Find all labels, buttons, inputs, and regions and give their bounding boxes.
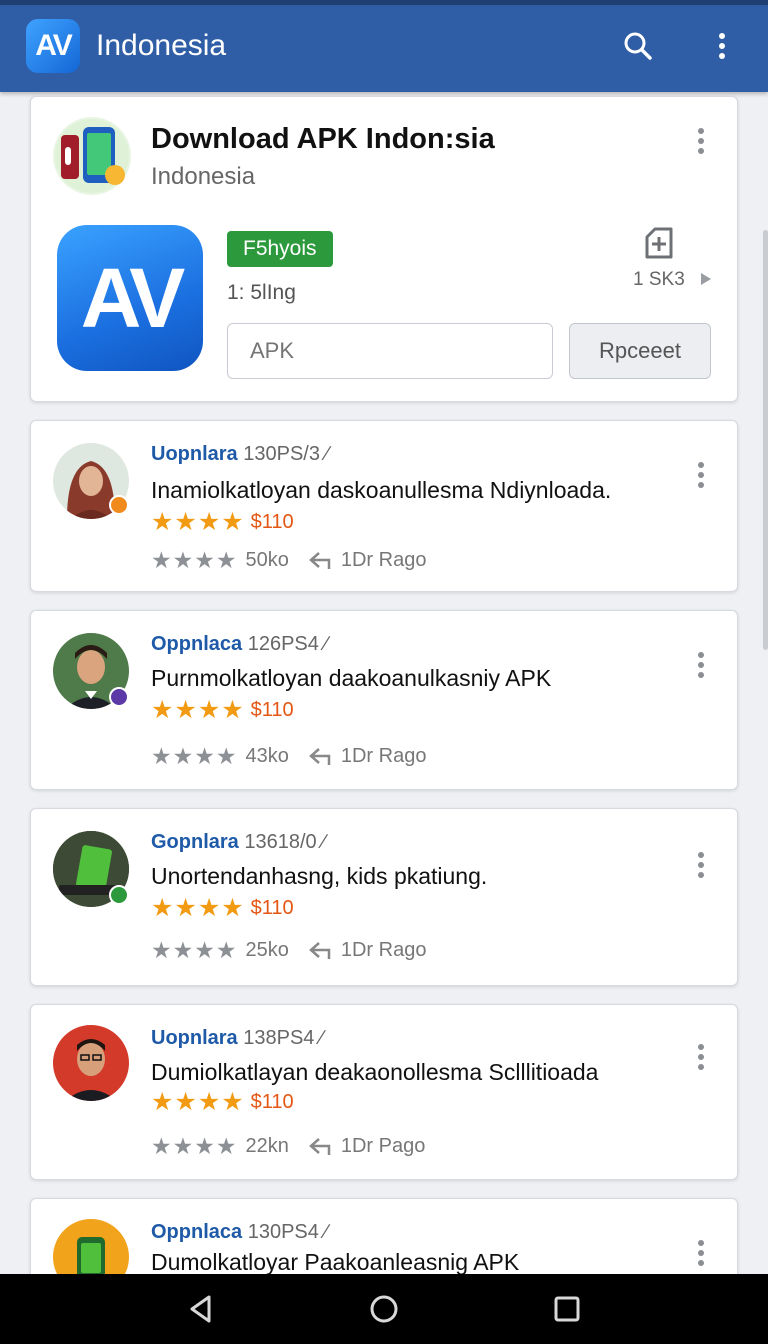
home-icon[interactable] <box>369 1294 399 1324</box>
more-vert-icon <box>719 33 725 59</box>
review-meta: ★★★★ 25ko 1Dr Rago <box>151 937 426 964</box>
review-meta: ★★★★ 22kn 1Dr Pago <box>151 1133 425 1160</box>
scrollbar[interactable] <box>763 230 768 650</box>
like-count: 25ko <box>245 939 289 961</box>
app-size: 1: 5lIng <box>227 281 296 304</box>
user-code: 130PS/3 <box>243 443 320 465</box>
search-icon <box>624 32 652 60</box>
user-name[interactable]: Gopnlara <box>151 831 239 853</box>
time-ago: 1Dr Pago <box>340 1135 426 1157</box>
review-user: Uopnlara 130PS/3 ∕ <box>151 443 329 466</box>
status-dot <box>109 495 129 515</box>
review-text: Dumolkatloyar Paakoanleasnig APK <box>151 1249 520 1275</box>
report-button[interactable]: Rpceeet <box>569 323 711 379</box>
edit-icon[interactable]: ∕ <box>324 1221 327 1243</box>
more-vert-icon[interactable] <box>689 647 713 683</box>
user-code: 130PS4 <box>247 1221 319 1243</box>
app-title: Download APK Indon:sia <box>151 123 495 155</box>
reply-icon[interactable] <box>308 747 333 767</box>
edit-icon[interactable]: ∕ <box>324 633 327 655</box>
edit-icon[interactable]: ∕ <box>320 1027 323 1049</box>
review-card[interactable]: Oppnlaca 126PS4 ∕ Purnmolkatloyan daakoa… <box>30 610 738 790</box>
review-meta: ★★★★ 43ko 1Dr Rago <box>151 743 426 770</box>
download-icon[interactable] <box>641 225 677 261</box>
search-button[interactable] <box>616 24 660 68</box>
price: $110 <box>250 698 294 721</box>
like-count: 43ko <box>245 745 289 767</box>
price: $110 <box>250 510 294 533</box>
review-user: Oppnlaca 126PS4 ∕ <box>151 633 328 656</box>
star-icon: ★★★★ <box>151 1133 238 1159</box>
app-bar: AV Indonesia <box>0 0 768 92</box>
price: $110 <box>250 896 294 919</box>
review-user: Uopnlara 138PS4 ∕ <box>151 1027 323 1050</box>
avatar[interactable] <box>53 1025 129 1101</box>
review-card[interactable]: Uopnlara 130PS/3 ∕ Inamiolkatloyan dasko… <box>30 420 738 592</box>
review-text: Purnmolkatloyan daakoanulkasniy APK <box>151 665 552 691</box>
review-user: Oppnlaca 130PS4 ∕ <box>151 1221 328 1244</box>
star-rating-icon: ★★★★ <box>151 894 245 922</box>
more-vert-icon[interactable] <box>689 457 713 493</box>
download-count: 1 SK3 <box>633 269 685 290</box>
system-nav-bar <box>0 1274 768 1344</box>
app-logo[interactable]: AV <box>26 19 80 73</box>
more-vert-icon[interactable] <box>689 1235 713 1271</box>
star-icon: ★★★★ <box>151 547 238 573</box>
recents-icon[interactable] <box>553 1295 581 1323</box>
user-name[interactable]: Oppnlaca <box>151 1221 242 1243</box>
like-count: 50ko <box>245 549 289 571</box>
price: $110 <box>250 1090 294 1113</box>
user-code: 138PS4 <box>243 1027 315 1049</box>
user-code: 126PS4 <box>247 633 319 655</box>
review-text: Unortendanhasng, kids pkatiung. <box>151 863 488 889</box>
category-badge[interactable]: F5hyois <box>227 231 333 267</box>
rating: ★★★★ $110 <box>151 507 294 537</box>
rating: ★★★★ $110 <box>151 695 294 725</box>
overflow-menu-button[interactable] <box>700 24 744 68</box>
apk-search-input[interactable] <box>227 323 553 379</box>
star-icon: ★★★★ <box>151 937 238 963</box>
user-name[interactable]: Oppnlaca <box>151 633 242 655</box>
reply-icon[interactable] <box>308 551 333 571</box>
like-count: 22kn <box>245 1135 289 1157</box>
star-icon: ★★★★ <box>151 743 238 769</box>
reply-icon[interactable] <box>308 941 333 961</box>
star-rating-icon: ★★★★ <box>151 508 245 536</box>
rating: ★★★★ $110 <box>151 1087 294 1117</box>
star-rating-icon: ★★★★ <box>151 1088 245 1116</box>
status-dot <box>109 885 129 905</box>
user-name[interactable]: Uopnlara <box>151 1027 238 1049</box>
review-text: Dumiolkatlayan deakaonollesma Sclllitioa… <box>151 1059 599 1085</box>
star-rating-icon: ★★★★ <box>151 696 245 724</box>
app-bar-title: Indonesia <box>96 29 227 62</box>
review-text: Inamiolkatloyan daskoanullesma Ndiynload… <box>151 477 612 503</box>
review-card[interactable]: Uopnlara 138PS4 ∕ Dumiolkatlayan deakaon… <box>30 1004 738 1180</box>
edit-icon[interactable]: ∕ <box>322 831 325 853</box>
more-vert-icon[interactable] <box>689 1039 713 1075</box>
review-meta: ★★★★ 50ko 1Dr Rago <box>151 547 426 574</box>
reply-icon[interactable] <box>308 1137 333 1157</box>
app-icon <box>53 117 131 195</box>
chevron-right-icon[interactable] <box>701 273 711 285</box>
edit-icon[interactable]: ∕ <box>326 443 329 465</box>
user-name[interactable]: Uopnlara <box>151 443 238 465</box>
review-card[interactable]: Gopnlara 13618/0 ∕ Unortendanhasng, kids… <box>30 808 738 986</box>
time-ago: 1Dr Rago <box>340 549 427 571</box>
more-vert-icon[interactable] <box>689 123 713 159</box>
app-subtitle: Indonesia <box>151 163 256 190</box>
review-user: Gopnlara 13618/0 ∕ <box>151 831 326 854</box>
app-header-card: Download APK Indon:sia Indonesia AV F5hy… <box>30 96 738 402</box>
status-dot <box>109 687 129 707</box>
back-icon[interactable] <box>187 1294 215 1324</box>
rating: ★★★★ $110 <box>151 893 294 923</box>
user-code: 13618/0 <box>244 831 317 853</box>
time-ago: 1Dr Rago <box>340 745 427 767</box>
time-ago: 1Dr Rago <box>340 939 427 961</box>
more-vert-icon[interactable] <box>689 847 713 883</box>
app-large-logo: AV <box>57 225 203 371</box>
